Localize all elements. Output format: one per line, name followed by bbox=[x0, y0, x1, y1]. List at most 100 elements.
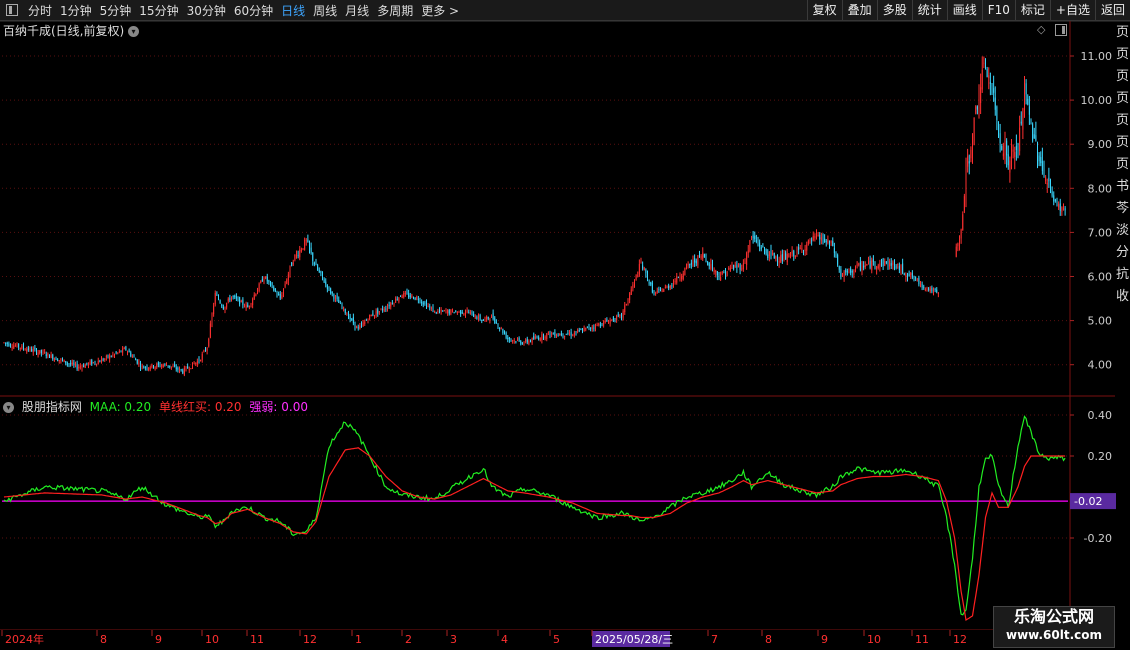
candle-body bbox=[406, 292, 408, 294]
candle-body bbox=[866, 264, 868, 266]
candle-body bbox=[729, 268, 731, 271]
candle-body bbox=[195, 362, 197, 365]
candle-body bbox=[309, 240, 310, 249]
candle-body bbox=[694, 258, 696, 263]
candle-body bbox=[682, 273, 684, 280]
side-strip-char: 分 bbox=[1115, 245, 1129, 260]
candle-body bbox=[1028, 106, 1030, 115]
candle-body bbox=[728, 267, 730, 270]
candle-body bbox=[167, 365, 169, 367]
candle-body bbox=[731, 266, 733, 269]
candle-body bbox=[924, 289, 926, 291]
candle-body bbox=[3, 342, 5, 344]
candle-body bbox=[1038, 155, 1040, 162]
candle-body bbox=[130, 352, 132, 357]
candle-body bbox=[695, 260, 697, 264]
candle-body bbox=[1064, 208, 1066, 211]
date-label: 11 bbox=[250, 633, 264, 646]
candle-body bbox=[710, 264, 712, 269]
candle-body bbox=[998, 122, 999, 130]
candle-body bbox=[829, 240, 830, 244]
candle-body bbox=[855, 265, 856, 272]
candle-body bbox=[837, 255, 839, 265]
candle-body bbox=[71, 362, 73, 365]
candle-body bbox=[445, 311, 447, 313]
candle-body bbox=[816, 233, 817, 239]
candle-body bbox=[677, 277, 679, 279]
candle-body bbox=[36, 349, 37, 354]
candle-body bbox=[770, 249, 772, 255]
candle-body bbox=[994, 97, 996, 110]
candle-body bbox=[84, 364, 86, 368]
candle-body bbox=[465, 312, 466, 315]
candle-body bbox=[50, 354, 52, 358]
candle-body bbox=[882, 258, 884, 267]
candle-body bbox=[773, 252, 775, 259]
candle-body bbox=[115, 352, 117, 354]
candle-body bbox=[1041, 161, 1043, 171]
candle-body bbox=[989, 82, 991, 84]
candle-body bbox=[221, 304, 223, 307]
candle-body bbox=[148, 367, 150, 371]
candle-body bbox=[664, 286, 666, 288]
candle-body bbox=[421, 301, 423, 303]
candle-body bbox=[140, 363, 141, 368]
candle-body bbox=[133, 355, 135, 358]
candle-body bbox=[1004, 144, 1006, 162]
candle-body bbox=[356, 326, 358, 329]
candle-body bbox=[1025, 83, 1027, 95]
candle-body bbox=[1017, 151, 1019, 154]
candle-body bbox=[1033, 134, 1035, 139]
candle-body bbox=[408, 293, 410, 298]
candle-body bbox=[1027, 98, 1029, 105]
candle-body bbox=[921, 283, 923, 288]
candle-body bbox=[229, 298, 231, 301]
main-y-label: 6.00 bbox=[1088, 271, 1113, 284]
candle-body bbox=[871, 260, 873, 271]
candle-body bbox=[468, 312, 470, 314]
candle-body bbox=[66, 363, 68, 365]
candle-body bbox=[1011, 150, 1012, 157]
candle-body bbox=[55, 357, 57, 361]
candle-body bbox=[478, 315, 479, 320]
candle-body bbox=[827, 239, 829, 243]
candle-body bbox=[702, 252, 704, 259]
candle-body bbox=[539, 338, 541, 341]
candle-body bbox=[765, 249, 767, 254]
candle-body bbox=[300, 249, 302, 252]
candle-body bbox=[1063, 207, 1064, 209]
candle-body bbox=[209, 323, 211, 338]
chart-canvas[interactable]: 4.00 5.00 6.00 7.00 8.00 9.00 10.00 11.00 0.40 0.… bbox=[0, 0, 1130, 650]
candle-body bbox=[492, 312, 494, 320]
indicator-line-0 bbox=[3, 415, 1066, 616]
candle-body bbox=[466, 310, 468, 312]
candle-body bbox=[681, 276, 683, 280]
candle-body bbox=[897, 264, 899, 266]
candle-body bbox=[336, 295, 338, 299]
candle-body bbox=[801, 247, 803, 251]
candle-body bbox=[686, 264, 687, 268]
candle-body bbox=[218, 295, 219, 300]
watermark-url: www.60lt.com bbox=[1005, 628, 1103, 642]
candle-body bbox=[354, 321, 356, 328]
candle-body bbox=[738, 264, 739, 267]
candle-body bbox=[601, 324, 603, 326]
candle-body bbox=[62, 358, 63, 361]
candle-body bbox=[268, 280, 270, 283]
candle-body bbox=[645, 269, 647, 273]
candle-body bbox=[291, 262, 293, 267]
candle-body bbox=[868, 261, 869, 263]
candle-body bbox=[614, 318, 616, 321]
candle-body bbox=[741, 268, 743, 270]
candle-body bbox=[582, 331, 583, 333]
candle-body bbox=[937, 292, 939, 294]
candle-body bbox=[343, 307, 345, 309]
candle-body bbox=[712, 261, 713, 270]
candle-body bbox=[105, 355, 107, 358]
candle-body bbox=[673, 281, 674, 287]
sub-y-label: 0.40 bbox=[1088, 409, 1113, 422]
candle-body bbox=[208, 338, 210, 347]
candle-body bbox=[908, 273, 910, 277]
candle-body bbox=[494, 317, 496, 323]
candle-body bbox=[864, 265, 866, 268]
